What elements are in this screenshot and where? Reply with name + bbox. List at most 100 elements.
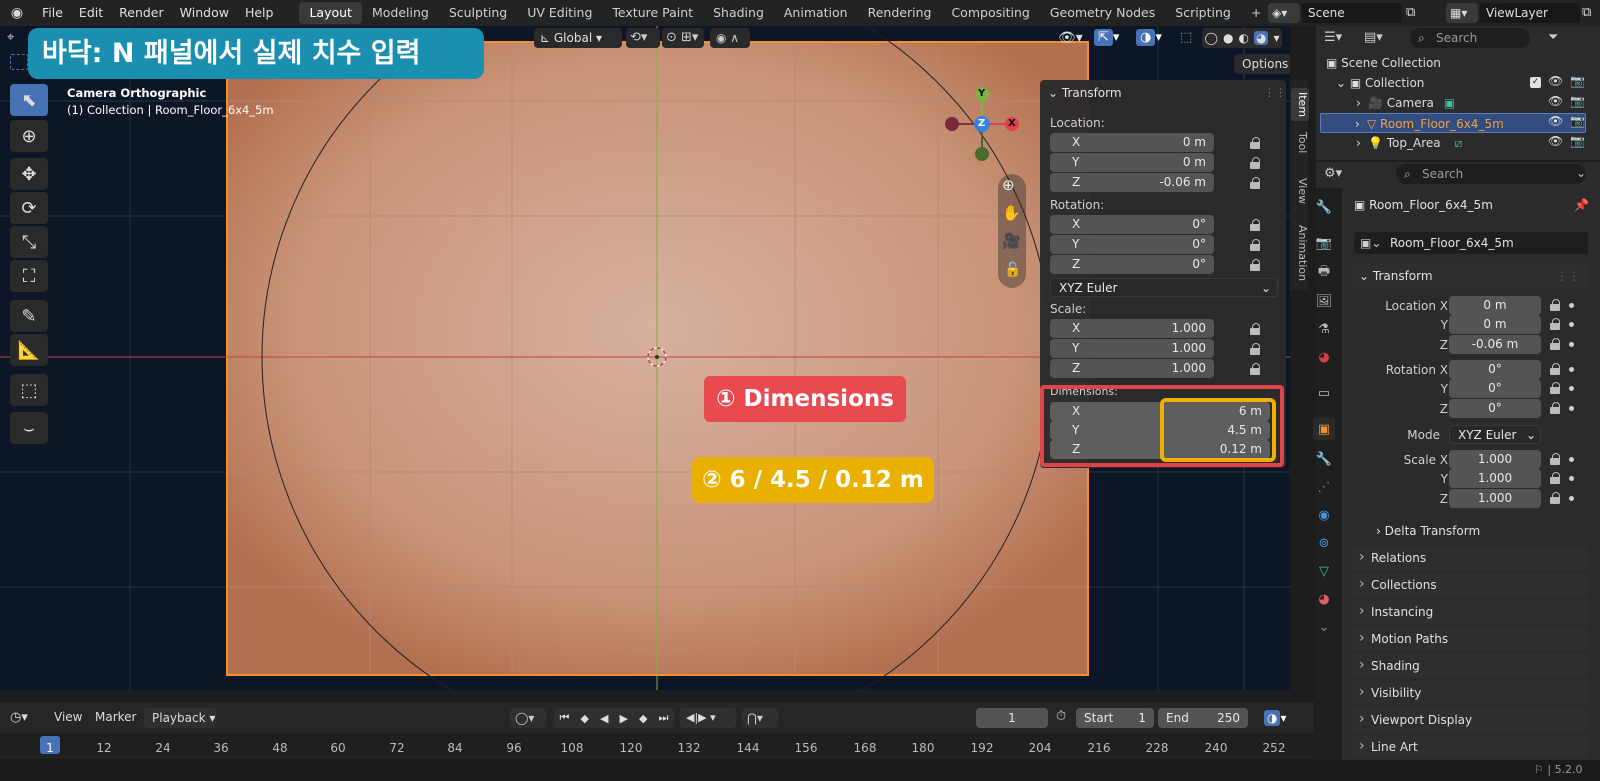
proportional-edit-icon[interactable]: ◉ ∧ <box>710 28 750 48</box>
render-properties-icon[interactable]: 📷 <box>1313 232 1335 254</box>
n-rotation-mode-dropdown[interactable]: XYZ Euler ⌄ <box>1050 278 1278 297</box>
camera-render-icon[interactable]: 📷 <box>1570 114 1585 128</box>
prop-scale-x-field[interactable]: 1.000 <box>1449 450 1541 469</box>
prop-location-z-field[interactable]: -0.06 m <box>1449 335 1541 354</box>
prop-scale-z-field[interactable]: 1.000 <box>1449 489 1541 508</box>
stopwatch-icon[interactable]: ⏱ <box>1056 709 1066 724</box>
menu-render[interactable]: Render <box>111 0 172 26</box>
section-viewport-display[interactable]: Viewport Display <box>1351 707 1588 732</box>
lock-icon[interactable] <box>1250 137 1260 149</box>
tab-compositing[interactable]: Compositing <box>941 2 1039 24</box>
lock-icon[interactable] <box>1250 259 1260 271</box>
lock-icon[interactable] <box>1550 492 1560 504</box>
lock-icon[interactable] <box>1250 157 1260 169</box>
play-icon[interactable]: ▶ <box>620 712 628 725</box>
prop-rotation-y-field[interactable]: 0° <box>1449 379 1541 398</box>
scene-selector-icon[interactable]: ◈▾ <box>1268 3 1300 23</box>
camera-render-icon[interactable]: 📷 <box>1570 94 1585 108</box>
timeline-editor-type-icon[interactable]: ◷▾ <box>10 708 42 728</box>
eye-icon[interactable]: 👁 <box>1548 74 1563 88</box>
lock-icon[interactable] <box>1550 338 1560 350</box>
view-layer-name-field[interactable]: ViewLayer <box>1480 3 1580 23</box>
prop-rotation-x-field[interactable]: 0° <box>1449 360 1541 379</box>
lock-view-icon[interactable]: 🔓 <box>1004 262 1021 278</box>
end-frame-field[interactable]: End 250 <box>1158 708 1248 728</box>
add-workspace-button[interactable]: + <box>1241 2 1271 24</box>
n-rotation-x-field[interactable]: X 0° <box>1050 215 1214 234</box>
lock-icon[interactable] <box>1550 453 1560 465</box>
tab-uv-editing[interactable]: UV Editing <box>517 2 602 24</box>
modifier-properties-icon[interactable]: 🔧 <box>1313 448 1335 470</box>
n-location-z-field[interactable]: Z -0.06 m <box>1050 173 1214 192</box>
keyframe-dot-icon[interactable] <box>1569 367 1574 372</box>
snap-icon[interactable]: ⊙ ⊞▾ <box>662 28 704 48</box>
delta-transform-subpanel[interactable]: › Delta Transform <box>1376 524 1480 538</box>
pan-hand-icon[interactable]: ✋ <box>1002 204 1021 222</box>
keyframe-dot-icon[interactable] <box>1569 303 1574 308</box>
rendered-shading-icon[interactable]: ◕ <box>1253 31 1269 45</box>
lock-icon[interactable] <box>1550 472 1560 484</box>
editor-type-icon[interactable]: ⌖ <box>7 30 21 45</box>
eye-icon[interactable]: 👁 <box>1548 114 1563 128</box>
lock-icon[interactable] <box>1550 363 1560 375</box>
n-scale-x-field[interactable]: X 1.000 <box>1050 319 1214 338</box>
prop-rotation-mode-dropdown[interactable]: XYZ Euler ⌄ <box>1449 425 1541 444</box>
gizmo-toggle-icon[interactable]: ⇱ ▾ <box>1094 28 1132 48</box>
jump-start-icon[interactable]: ⏮ <box>560 711 570 725</box>
select-box-mode-icon[interactable] <box>10 54 28 70</box>
pivot-point-icon[interactable]: ⟲▾ <box>626 28 660 48</box>
constraints-properties-icon[interactable]: ⊚ <box>1313 532 1335 554</box>
section-visibility[interactable]: Visibility <box>1351 680 1588 705</box>
keyframe-dot-icon[interactable] <box>1569 386 1574 391</box>
menu-help[interactable]: Help <box>237 0 282 26</box>
n-tab-view[interactable]: View <box>1291 178 1309 204</box>
n-scale-z-field[interactable]: Z 1.000 <box>1050 359 1214 378</box>
properties-search-input[interactable]: ⌕ Search <box>1396 164 1586 184</box>
outliner-scene-collection[interactable]: ▣ Scene Collection <box>1318 53 1588 73</box>
tab-rendering[interactable]: Rendering <box>858 2 942 24</box>
n-location-x-field[interactable]: X 0 m <box>1050 133 1214 152</box>
xray-toggle-icon[interactable]: ⬚ <box>1180 28 1198 48</box>
scene-name-field[interactable]: Scene <box>1302 3 1402 23</box>
tool-properties-icon[interactable]: 🔧 <box>1313 196 1335 218</box>
measure-tool-button[interactable]: 📐 <box>10 334 48 366</box>
timeline-menu-marker[interactable]: Marker <box>95 710 136 724</box>
lock-icon[interactable] <box>1250 219 1260 231</box>
prop-rotation-z-field[interactable]: 0° <box>1449 399 1541 418</box>
section-shading[interactable]: Shading <box>1351 653 1588 678</box>
camera-render-icon[interactable]: 📷 <box>1570 74 1585 88</box>
keyframe-dot-icon[interactable] <box>1569 476 1574 481</box>
lock-icon[interactable] <box>1250 239 1260 251</box>
tab-geometry-nodes[interactable]: Geometry Nodes <box>1040 2 1165 24</box>
keyframe-dot-icon[interactable] <box>1569 406 1574 411</box>
view-layer-selector-icon[interactable]: ▦▾ <box>1446 3 1478 23</box>
n-rotation-z-field[interactable]: Z 0° <box>1050 255 1214 274</box>
auto-keying-icon[interactable]: ⋂▾ <box>742 708 778 728</box>
menu-window[interactable]: Window <box>172 0 237 26</box>
tab-sculpting[interactable]: Sculpting <box>439 2 517 24</box>
camera-render-icon[interactable]: 📷 <box>1570 134 1585 148</box>
prev-keyframe-icon[interactable]: ◆ <box>580 712 588 725</box>
outliner-item-room-floor[interactable]: › ▽ Room_Floor_6x4_5m <box>1320 113 1586 133</box>
tab-texture-paint[interactable]: Texture Paint <box>602 2 703 24</box>
particles-properties-icon[interactable]: ⋰ <box>1313 476 1335 498</box>
menu-edit[interactable]: Edit <box>71 0 111 26</box>
object-properties-icon[interactable]: ▣ <box>1313 418 1335 440</box>
play-reverse-icon[interactable]: ◀ <box>600 712 608 725</box>
n-scale-y-field[interactable]: Y 1.000 <box>1050 339 1214 358</box>
n-tab-animation[interactable]: Animation <box>1291 225 1309 281</box>
next-keyframe-icon[interactable]: ◆ <box>639 712 647 725</box>
zoom-icon[interactable]: ⊕ <box>1002 176 1015 194</box>
eye-icon[interactable]: 👁 <box>1548 134 1563 148</box>
start-frame-field[interactable]: Start 1 <box>1076 708 1154 728</box>
curve-tool-button[interactable]: ⌣ <box>10 412 48 444</box>
keyframe-dot-icon[interactable] <box>1569 457 1574 462</box>
outliner-editor-type-icon[interactable]: ☰▾ <box>1324 30 1342 45</box>
n-location-y-field[interactable]: Y 0 m <box>1050 153 1214 172</box>
add-cube-tool-button[interactable]: ⬚ <box>10 374 48 406</box>
physics-properties-icon[interactable]: ◉ <box>1313 504 1335 526</box>
filter-icon[interactable]: ⏷ <box>1548 30 1558 45</box>
lock-icon[interactable] <box>1550 402 1560 414</box>
lock-icon[interactable] <box>1250 323 1260 335</box>
keyframe-dot-icon[interactable] <box>1569 322 1574 327</box>
